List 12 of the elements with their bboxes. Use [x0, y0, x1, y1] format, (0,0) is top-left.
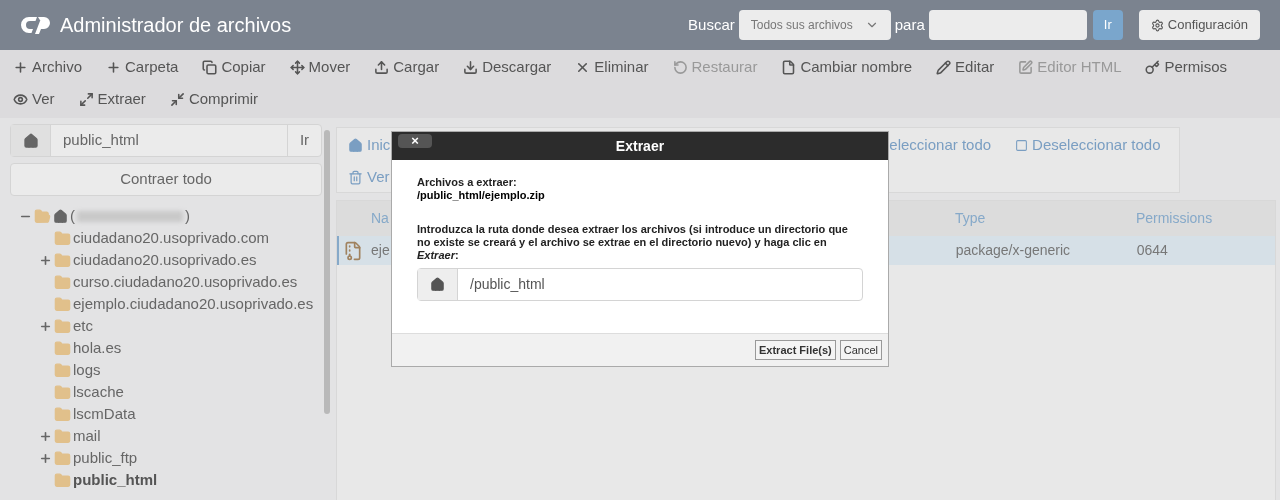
instructions-text: Introduzca la ruta donde desea extraer los archivos (si introduce un directorio que no existe se creará y el archivo se extrae en el directorio nuevo) y haga clic en Extraer:: [417, 223, 849, 262]
path-value: public_html: [62, 130, 140, 151]
dialog-title: Extraer: [615, 136, 665, 156]
destination-value: /public_html: [469, 275, 546, 294]
app-title: Administrador de archivos: [60, 13, 292, 38]
for-label: para: [894, 14, 925, 35]
table-cell-text: package/x-generic: [955, 241, 1072, 260]
search-label: Buscar: [688, 14, 735, 35]
table-cell-text: eje: [371, 241, 390, 260]
files-label: Archivos a extraer:: [417, 176, 518, 189]
table-cell-text: 0644: [1136, 241, 1168, 260]
file-path: /public_html/ejemplo.zip: [417, 189, 546, 202]
